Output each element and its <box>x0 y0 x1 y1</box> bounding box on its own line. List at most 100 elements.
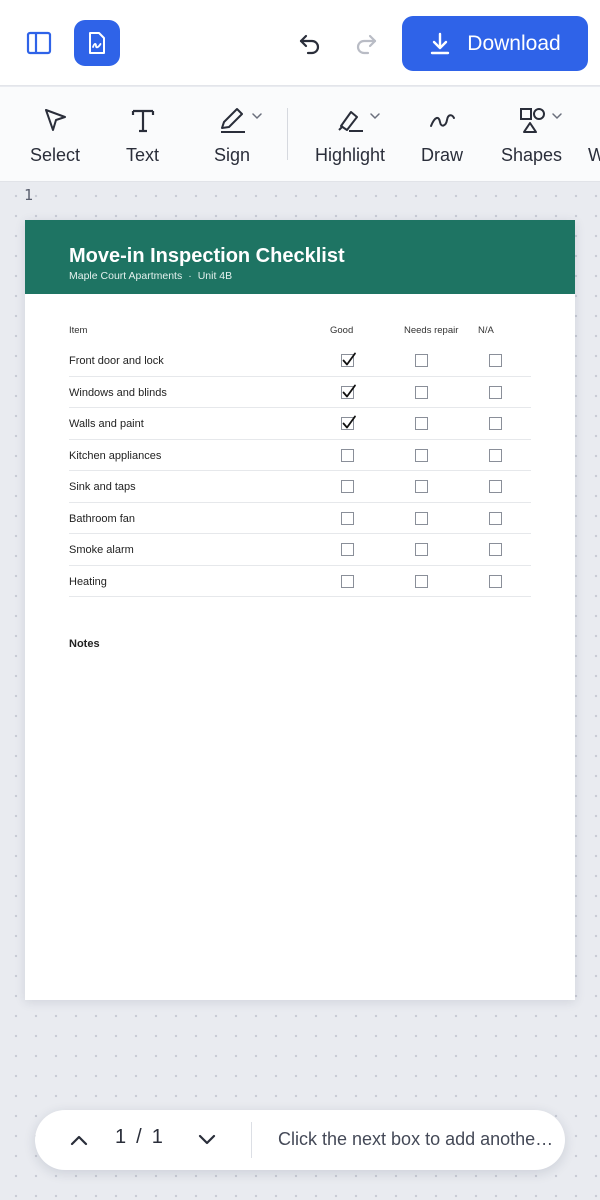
table-row: Front door and lock <box>69 345 531 377</box>
pager-divider <box>251 1122 252 1158</box>
table-row: Walls and paint <box>69 408 531 440</box>
document-page[interactable]: Move-in Inspection Checklist Maple Court… <box>25 220 575 1000</box>
page-separator: / <box>136 1126 142 1148</box>
checkbox-needs-repair[interactable] <box>415 511 428 525</box>
checkbox-needs-repair[interactable] <box>415 543 428 556</box>
subtitle-unit: Unit 4B <box>197 270 233 282</box>
chevron-down-icon <box>370 113 380 120</box>
checkbox-good[interactable] <box>341 352 356 367</box>
checklist-item-label: Sink and taps <box>69 481 136 493</box>
table-row: Smoke alarm <box>69 534 531 566</box>
chevron-down-icon <box>198 1134 216 1145</box>
tool-select[interactable]: Select <box>30 103 80 169</box>
squiggle-icon <box>430 114 455 127</box>
checklist-item-label: Front door and lock <box>69 355 164 367</box>
column-header-needs-repair: Needs repair <box>404 325 459 336</box>
table-row: Windows and blinds <box>69 377 531 408</box>
download-button[interactable]: Download <box>402 16 588 71</box>
tool-more[interactable]: W <box>588 103 600 169</box>
checkbox-na[interactable] <box>489 574 502 588</box>
column-header-item: Item <box>69 325 88 336</box>
checklist-table: Front door and lock Windows and blinds Wal… <box>69 345 531 597</box>
document-subtitle: Maple Court Apartments · Unit 4B <box>69 270 575 282</box>
checkbox-good[interactable] <box>341 384 356 399</box>
document-title: Move-in Inspection Checklist <box>69 245 345 267</box>
subtitle-property: Maple Court Apartments <box>69 270 183 282</box>
document-header: Move-in Inspection Checklist Maple Court… <box>25 220 575 294</box>
checkbox-good[interactable] <box>341 480 354 493</box>
document-button[interactable] <box>74 20 120 66</box>
page-number-label: 1 <box>24 186 34 204</box>
sidebar-toggle-button[interactable] <box>18 22 60 64</box>
checkbox-needs-repair[interactable] <box>415 448 428 462</box>
tool-draw[interactable]: Draw <box>421 103 463 169</box>
tool-select-label: Select <box>30 145 81 165</box>
checkmark-icon <box>342 415 356 429</box>
checkbox-good[interactable] <box>341 448 354 462</box>
checklist-item-label: Bathroom fan <box>69 512 136 525</box>
checkbox-needs-repair[interactable] <box>415 480 428 493</box>
checkbox-na[interactable] <box>489 354 502 367</box>
checkmark-icon <box>342 352 356 366</box>
table-row: Heating <box>69 566 531 597</box>
previous-page-button[interactable] <box>63 1124 95 1156</box>
highlighter-icon <box>338 111 364 132</box>
current-page: 1 <box>115 1126 127 1148</box>
redo-icon <box>356 34 377 55</box>
checkbox-needs-repair[interactable] <box>415 574 428 588</box>
top-bar: Download <box>0 0 600 86</box>
table-row: Bathroom fan <box>69 503 531 534</box>
checkbox-na[interactable] <box>489 543 502 556</box>
chevron-down-icon <box>551 113 562 120</box>
table-row: Sink and taps <box>69 471 531 503</box>
redo-button[interactable] <box>346 24 386 64</box>
total-pages: 1 <box>151 1126 163 1148</box>
subtitle-separator: · <box>188 270 192 282</box>
undo-icon <box>299 34 320 55</box>
checklist-item-label: Kitchen appliances <box>69 449 162 462</box>
checklist-item-label: Heating <box>69 575 107 588</box>
tool-text-label: Text <box>126 145 160 165</box>
checkmark-icon <box>342 384 356 397</box>
sidebar-panel-icon <box>26 31 52 55</box>
tool-more-label: W <box>588 145 600 166</box>
checkbox-needs-repair[interactable] <box>415 385 428 399</box>
column-header-good: Good <box>330 325 354 336</box>
pen-icon <box>221 108 246 133</box>
tool-highlight-label: Highlight <box>315 145 386 165</box>
document-signature-icon <box>89 32 105 54</box>
page-count: 1 / 1 <box>115 1126 163 1149</box>
checkbox-na[interactable] <box>489 448 502 462</box>
toolbar-divider <box>287 108 288 160</box>
cursor-arrow-icon <box>45 109 67 131</box>
checkbox-needs-repair[interactable] <box>415 354 428 367</box>
chevron-down-icon <box>252 113 262 120</box>
tool-shapes-label: Shapes <box>501 145 563 165</box>
tool-text[interactable]: Text <box>126 103 159 169</box>
next-page-button[interactable] <box>191 1124 223 1156</box>
tool-shapes[interactable]: Shapes <box>501 103 562 169</box>
chevron-up-icon <box>70 1135 88 1146</box>
checklist-item-label: Windows and blinds <box>69 386 167 399</box>
column-header-na: N/A <box>478 325 494 336</box>
undo-button[interactable] <box>290 24 330 64</box>
download-icon <box>431 32 450 54</box>
tool-bar: Select Text Sign Highlight Draw Shapes <box>0 87 600 182</box>
checkbox-good[interactable] <box>341 574 354 588</box>
tool-highlight[interactable]: Highlight <box>315 103 385 169</box>
checkbox-na[interactable] <box>489 511 502 525</box>
page-navigator: 1 / 1 Click the next box to add another ch… <box>35 1110 565 1170</box>
tool-draw-label: Draw <box>421 145 464 165</box>
checkbox-na[interactable] <box>489 480 502 493</box>
checkbox-good[interactable] <box>341 511 354 525</box>
checkbox-needs-repair[interactable] <box>415 417 428 430</box>
checkbox-na[interactable] <box>489 417 502 430</box>
checkbox-good[interactable] <box>341 543 354 556</box>
checkbox-na[interactable] <box>489 385 502 399</box>
download-label: Download <box>467 31 561 55</box>
checkbox-good[interactable] <box>341 415 356 430</box>
tool-sign-label: Sign <box>214 145 251 165</box>
checklist-item-label: Walls and paint <box>69 418 144 430</box>
tool-sign[interactable]: Sign <box>214 103 262 169</box>
checklist-item-label: Smoke alarm <box>69 544 134 556</box>
